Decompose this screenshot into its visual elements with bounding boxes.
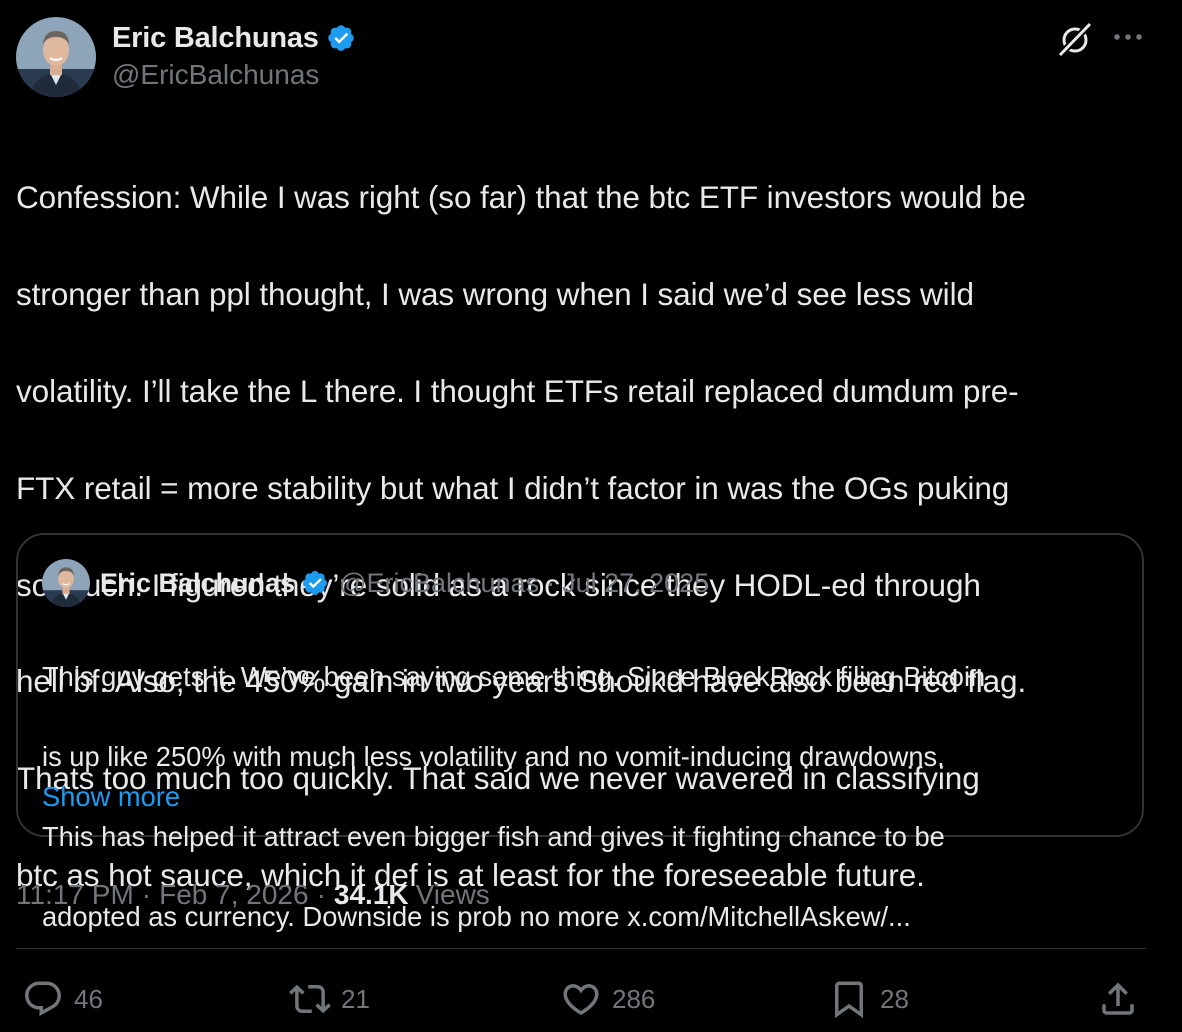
repost-count: 21 (341, 983, 370, 1014)
verified-badge-icon (303, 571, 328, 595)
quoted-text-line: is up like 250% with much less volatilit… (42, 741, 945, 772)
tweet-time[interactable]: 11:17 PM (16, 879, 134, 911)
author-name-row: Eric Balchunas (112, 18, 356, 58)
grok-icon[interactable] (1055, 19, 1095, 59)
quoted-text-line: This has helped it attract even bigger f… (42, 821, 945, 852)
tweet-text-line: Confession: While I was right (so far) t… (16, 179, 1026, 216)
quoted-author-handle[interactable]: @EricBalchunas (339, 568, 539, 599)
bookmark-icon (835, 981, 863, 1019)
like-count: 286 (612, 983, 656, 1014)
tweet-date[interactable]: Feb 7, 2026 (159, 879, 308, 911)
quoted-tweet-text: This guy gets it. We’ve been saying same… (42, 617, 1122, 977)
quoted-separator: · (546, 567, 556, 598)
quoted-text-line: This guy gets it. We’ve been saying same… (42, 661, 986, 692)
author-handle[interactable]: @EricBalchunas (112, 59, 319, 91)
bookmark-button[interactable]: 28 (828, 976, 909, 1022)
repost-button[interactable]: 21 (289, 976, 370, 1022)
show-more-link[interactable]: Show more (42, 777, 180, 817)
quoted-tweet-card[interactable]: Eric Balchunas @EricBalchunas · Jul 27, … (16, 533, 1144, 932)
reply-icon (25, 981, 61, 1016)
like-button[interactable]: 286 (560, 976, 655, 1022)
bookmark-count: 28 (880, 983, 909, 1014)
author-avatar[interactable] (16, 17, 96, 97)
share-icon (1102, 982, 1134, 1015)
quoted-tweet-date[interactable]: Jul 27, 2025 (562, 568, 709, 599)
quoted-author-display-name[interactable]: Eric Balchunas (100, 568, 295, 599)
views-count: 34.1K (333, 879, 409, 910)
meta-separator: · (316, 879, 326, 910)
quoted-tweet-header: Eric Balchunas @EricBalchunas · Jul 27, … (100, 563, 709, 603)
author-display-name[interactable]: Eric Balchunas (112, 22, 319, 55)
views-label: Views (415, 879, 490, 910)
reply-count: 46 (74, 983, 103, 1014)
more-icon[interactable] (1111, 27, 1145, 47)
reply-button[interactable]: 46 (22, 976, 103, 1022)
share-button[interactable] (1097, 976, 1139, 1022)
like-icon (563, 984, 599, 1016)
quoted-author-avatar[interactable] (42, 559, 90, 607)
tweet-text-line: FTX retail = more stability but what I d… (16, 469, 1010, 506)
tweet-text-line: volatility. I’ll take the L there. I tho… (16, 373, 1019, 410)
repost-icon (289, 984, 331, 1014)
verified-badge-icon (327, 25, 354, 51)
meta-separator: · (141, 879, 152, 910)
tweet-text-line: stronger than ppl thought, I was wrong w… (16, 276, 974, 313)
tweet-meta-row: 11:17 PM · Feb 7, 2026 · 34.1K Views (16, 873, 490, 917)
action-bar-divider (16, 948, 1146, 949)
